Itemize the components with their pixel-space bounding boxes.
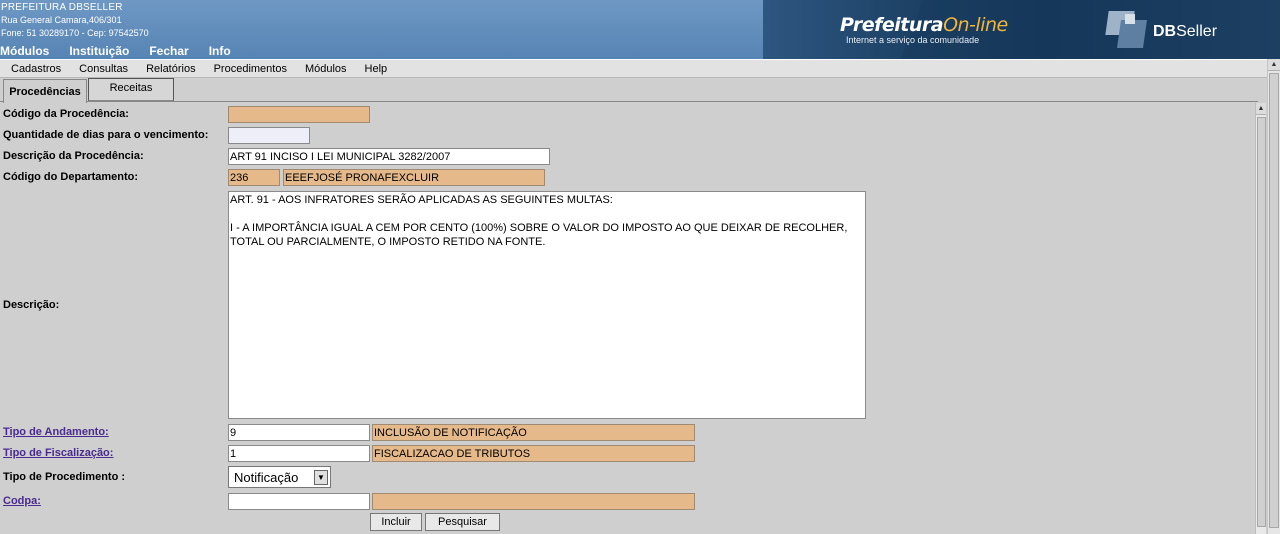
tipo-andamento-code-input[interactable]: 9 <box>228 424 370 441</box>
dbseller-logo: DBSeller <box>1105 8 1217 50</box>
tipo-procedimento-selected: Notificação <box>234 469 299 485</box>
codpa-code-input[interactable] <box>228 493 370 510</box>
tipo-procedimento-select[interactable]: Notificação ▼ <box>228 466 331 488</box>
brand-tagline: Internet a serviço da comunidade <box>846 35 980 45</box>
label-codigo-procedencia: Código da Procedência: <box>3 108 129 120</box>
qtd-dias-input[interactable] <box>228 127 310 144</box>
org-address: Rua General Camara,406/301 <box>1 15 122 25</box>
tipo-andamento-link[interactable]: Tipo de Andamento: <box>3 426 109 438</box>
tipo-fiscalizacao-code-input[interactable]: 1 <box>228 445 370 462</box>
menu-relatorios[interactable]: Relatórios <box>146 63 196 75</box>
window-scroll-thumb[interactable] <box>1269 73 1279 528</box>
tipo-fiscalizacao-link[interactable]: Tipo de Fiscalização: <box>3 447 113 459</box>
brand-online: On-line <box>943 14 1008 36</box>
incluir-button[interactable]: Incluir <box>370 513 422 531</box>
menu-consultas[interactable]: Consultas <box>79 63 128 75</box>
top-menu-instituicao[interactable]: Instituição <box>69 44 129 58</box>
tab-procedencias[interactable]: Procedências <box>3 79 87 103</box>
menu-help[interactable]: Help <box>365 63 388 75</box>
content-scrollbar[interactable]: ▲ <box>1255 103 1266 534</box>
scroll-up-icon[interactable]: ▲ <box>1256 103 1266 115</box>
codigo-procedencia-field <box>228 106 370 123</box>
db-logo-bold: DB <box>1153 23 1177 40</box>
brand-banner: PrefeituraOn-line Internet a serviço da … <box>763 0 1280 59</box>
top-menu: Módulos Instituição Fechar Info <box>0 44 251 58</box>
organization-info: PREFEITURA DBSELLER Rua General Camara,4… <box>1 1 149 40</box>
descricao-textarea[interactable]: ART. 91 - AOS INFRATORES SERÃO APLICADAS… <box>228 191 866 419</box>
pesquisar-button[interactable]: Pesquisar <box>425 513 500 531</box>
label-tipo-procedimento: Tipo de Procedimento : <box>3 471 126 483</box>
codpa-link[interactable]: Codpa: <box>3 495 41 507</box>
dbseller-mark-icon <box>1105 8 1147 50</box>
codigo-departamento-field: 236 <box>228 169 280 186</box>
content-scroll-thumb[interactable] <box>1257 117 1266 527</box>
label-qtd-dias: Quantidade de dias para o vencimento: <box>3 129 209 141</box>
menu-cadastros[interactable]: Cadastros <box>11 63 61 75</box>
tipo-fiscalizacao-name-field: FISCALIZACAO DE TRIBUTOS <box>372 445 695 462</box>
prefeitura-online-logo: PrefeituraOn-line Internet a serviço da … <box>840 14 1008 45</box>
org-phone: Fone: 51 30289170 - Cep: 97542570 <box>1 28 149 38</box>
window-scroll-up-icon[interactable]: ▲ <box>1268 59 1280 71</box>
top-menu-info[interactable]: Info <box>209 44 231 58</box>
app-header: PREFEITURA DBSELLER Rua General Camara,4… <box>0 0 1280 59</box>
top-menu-fechar[interactable]: Fechar <box>149 44 188 58</box>
menu-procedimentos[interactable]: Procedimentos <box>214 63 287 75</box>
chevron-down-icon[interactable]: ▼ <box>314 469 328 485</box>
menu-bar: Cadastros Consultas Relatórios Procedime… <box>0 59 1280 78</box>
brand-main: Prefeitura <box>840 14 944 36</box>
descricao-procedencia-input[interactable]: ART 91 INCISO I LEI MUNICIPAL 3282/2007 <box>228 148 550 165</box>
db-logo-rest: Seller <box>1176 23 1218 40</box>
window-scrollbar[interactable]: ▲ <box>1267 59 1280 534</box>
tipo-andamento-name-field: INCLUSÃO DE NOTIFICAÇÃO <box>372 424 695 441</box>
org-name: PREFEITURA DBSELLER <box>1 2 123 13</box>
codpa-name-field <box>372 493 695 510</box>
descricao-text: ART. 91 - AOS INFRATORES SERÃO APLICADAS… <box>230 194 848 248</box>
label-descricao-procedencia: Descrição da Procedência: <box>3 150 144 162</box>
tab-bar: Procedências Receitas <box>0 78 1258 103</box>
departamento-nome-field: EEEFJOSÉ PRONAFEXCLUIR <box>283 169 545 186</box>
top-menu-modulos[interactable]: Módulos <box>0 44 49 58</box>
menu-modulos[interactable]: Módulos <box>305 63 347 75</box>
tab-receitas[interactable]: Receitas <box>88 78 174 101</box>
label-descricao: Descrição: <box>3 299 60 311</box>
label-codigo-departamento: Código do Departamento: <box>3 171 139 183</box>
